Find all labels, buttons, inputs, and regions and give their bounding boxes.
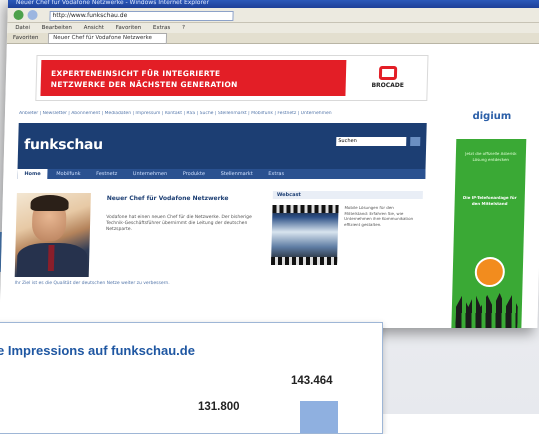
article-caption[interactable]: Ihr Ziel ist es die Qualität der deutsch… <box>14 281 264 287</box>
lead-article: Neuer Chef für Vodafone Netzwerke Vodafo… <box>14 185 267 277</box>
webcast-box: Webcast Mobile Lösungen für den Mittelst… <box>269 185 424 315</box>
tab-produkte[interactable]: Produkte <box>176 169 212 179</box>
sidebar-ad-text-1: Jetzt die offizielle Asterisk Lösung ent… <box>465 151 517 162</box>
right-sidebar: digium Jetzt die offizielle Asterisk Lös… <box>439 105 538 328</box>
asterisk-icon <box>474 257 506 287</box>
chart-title: e Impressions auf funkschau.de <box>0 343 195 358</box>
banner-line-2: NETZWERKE DER NÄCHSTEN GENERATION <box>50 80 238 89</box>
webcast-video-thumbnail[interactable] <box>271 205 339 265</box>
address-bar-row: http://www.funkschau.de <box>7 8 539 23</box>
browser-tab[interactable]: Neuer Chef für Vodafone Netzwerke <box>48 33 168 44</box>
data-label-high: 143.464 <box>291 375 333 387</box>
site-search-input[interactable]: Suchen <box>336 137 407 146</box>
tab-stellenmarkt[interactable]: Stellenmarkt <box>213 169 259 179</box>
banner-text-block: EXPERTENEINSICHT FÜR INTEGRIERTE NETZWER… <box>40 60 347 96</box>
address-input[interactable]: http://www.funkschau.de <box>49 11 234 21</box>
sidebar-ad-text-2: Die IP-Telefonanlage für den Mittelstand <box>462 195 517 206</box>
menu-item-favoriten[interactable]: Favoriten <box>116 25 142 31</box>
bar-high <box>300 401 338 433</box>
back-button[interactable] <box>13 10 24 20</box>
tab-extras[interactable]: Extras <box>261 169 291 179</box>
menu-item-bearbeiten[interactable]: Bearbeiten <box>42 25 72 31</box>
article-headline[interactable]: Neuer Chef für Vodafone Netzwerke <box>107 195 229 202</box>
window-title-bar: Neuer Chef für Vodafone Netzwerke - Wind… <box>7 0 539 8</box>
article-photo[interactable] <box>14 193 91 277</box>
browser-window: Neuer Chef für Vodafone Netzwerke - Wind… <box>0 0 539 328</box>
forward-button[interactable] <box>27 10 38 20</box>
site-subnav[interactable]: Anbieter | Newsletter | Abonnement | Med… <box>19 111 439 118</box>
sidebar-ad[interactable]: Jetzt die offizielle Asterisk Lösung ent… <box>451 139 527 328</box>
tab-mobilfunk[interactable]: Mobilfunk <box>49 169 88 179</box>
webcast-header: Webcast <box>272 191 423 199</box>
banner-line-1: EXPERTENEINSICHT FÜR INTEGRIERTE <box>50 69 221 78</box>
webcast-text: Mobile Lösungen für den Mittelstand: Erf… <box>344 205 414 227</box>
digium-logo[interactable]: digium <box>457 111 527 129</box>
film-strip-bottom <box>271 257 338 265</box>
tab-festnetz[interactable]: Festnetz <box>89 169 124 179</box>
film-strip-top <box>272 205 339 213</box>
ad-banner[interactable]: EXPERTENEINSICHT FÜR INTEGRIERTE NETZWER… <box>35 55 429 101</box>
screenshot-frame: Neuer Chef für Vodafone Netzwerke - Wind… <box>0 0 539 434</box>
brocade-label: BROCADE <box>371 82 405 89</box>
photo-hair <box>30 195 69 211</box>
data-label-low: 131.800 <box>198 401 240 413</box>
tab-home[interactable]: Home <box>17 169 48 179</box>
menu-item-ansicht[interactable]: Ansicht <box>84 25 104 31</box>
site-search-button[interactable] <box>410 137 421 146</box>
favorites-bar: Favoriten Neuer Chef für Vodafone Netzwe… <box>6 33 539 44</box>
favorites-button[interactable]: Favoriten <box>13 35 39 41</box>
impressions-chart-card: e Impressions auf funkschau.de 143.464 1… <box>0 322 383 434</box>
tab-unternehmen[interactable]: Unternehmen <box>126 169 175 179</box>
article-teaser: Vodafone hat einen neuen Chef für die Ne… <box>105 215 252 232</box>
site-tabs: Home Mobilfunk Festnetz Unternehmen Prod… <box>17 169 426 179</box>
photo-tie <box>47 245 55 271</box>
menu-item-datei[interactable]: Datei <box>15 25 30 31</box>
site-logo[interactable]: funkschau <box>24 137 103 153</box>
brocade-logo: BROCADE <box>354 66 421 94</box>
people-silhouette-graphic <box>455 291 518 328</box>
menu-bar: Datei Bearbeiten Ansicht Favoriten Extra… <box>7 23 539 33</box>
brocade-icon <box>378 66 398 80</box>
web-page: EXPERTENEINSICHT FÜR INTEGRIERTE NETZWER… <box>0 45 539 328</box>
menu-item-help[interactable]: ? <box>182 25 185 31</box>
menu-item-extras[interactable]: Extras <box>153 25 171 31</box>
